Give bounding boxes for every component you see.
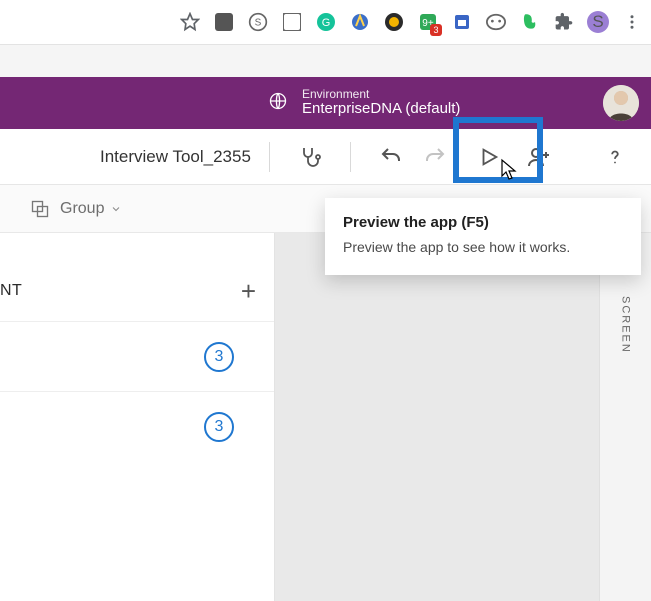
undo-icon[interactable] (375, 141, 407, 173)
star-icon[interactable] (179, 11, 201, 33)
ext-icon-7[interactable] (485, 11, 507, 33)
tooltip: Preview the app (F5) Preview the app to … (325, 198, 641, 275)
extensions-icon[interactable] (553, 11, 575, 33)
canvas-area: NT + 3 3 SCREEN (0, 233, 651, 601)
panel-header: NT + (0, 261, 274, 321)
ext-icon-3[interactable] (349, 11, 371, 33)
share-icon[interactable] (523, 141, 555, 173)
count-badge: 3 (204, 412, 234, 442)
ext-icon-5[interactable]: 9+ 3 (417, 11, 439, 33)
preview-play-icon[interactable] (473, 141, 505, 173)
right-rail: SCREEN (599, 233, 651, 601)
redo-icon[interactable] (419, 141, 451, 173)
kebab-menu-icon[interactable] (621, 11, 643, 33)
help-icon[interactable] (599, 141, 631, 173)
separator (350, 142, 351, 172)
app-title: Interview Tool_2355 (100, 147, 251, 167)
spacer (0, 45, 651, 77)
ext-icon-6[interactable] (451, 11, 473, 33)
ext-icon-4[interactable] (383, 11, 405, 33)
list-item[interactable]: 3 (0, 391, 274, 461)
evernote-icon[interactable] (519, 11, 541, 33)
app-toolbar: Interview Tool_2355 (0, 129, 651, 185)
group-icon[interactable] (30, 199, 50, 219)
ext-icon-2[interactable] (281, 11, 303, 33)
grammarly-icon[interactable]: G (315, 11, 337, 33)
environment-label: Environment (302, 88, 460, 101)
tooltip-title: Preview the app (F5) (343, 214, 623, 231)
environment-selector[interactable]: Environment EnterpriseDNA (default) (302, 88, 460, 118)
count-badge: 3 (204, 342, 234, 372)
add-button[interactable]: + (241, 276, 256, 307)
environment-name: EnterpriseDNA (default) (302, 101, 460, 118)
chevron-down-icon (110, 203, 122, 215)
ext-icon-1[interactable] (213, 11, 235, 33)
group-label: Group (60, 200, 104, 218)
profile-initial: S (592, 12, 603, 32)
panel-heading: NT (0, 282, 22, 300)
browser-toolbar: S G 9+ 3 S (0, 0, 651, 45)
skype-icon[interactable]: S (247, 11, 269, 33)
list-item[interactable]: 3 (0, 321, 274, 391)
group-button[interactable]: Group (60, 200, 122, 218)
tooltip-body: Preview the app to see how it works. (343, 239, 623, 255)
profile-avatar[interactable]: S (587, 11, 609, 33)
globe-icon (268, 91, 288, 116)
svg-text:G: G (322, 17, 331, 29)
left-panel: NT + 3 3 (0, 233, 275, 601)
rail-label[interactable]: SCREEN (620, 296, 632, 354)
svg-text:S: S (255, 17, 262, 28)
user-avatar[interactable] (603, 85, 639, 121)
separator (269, 142, 270, 172)
environment-bar: Environment EnterpriseDNA (default) (0, 77, 651, 129)
stethoscope-icon[interactable] (294, 141, 326, 173)
